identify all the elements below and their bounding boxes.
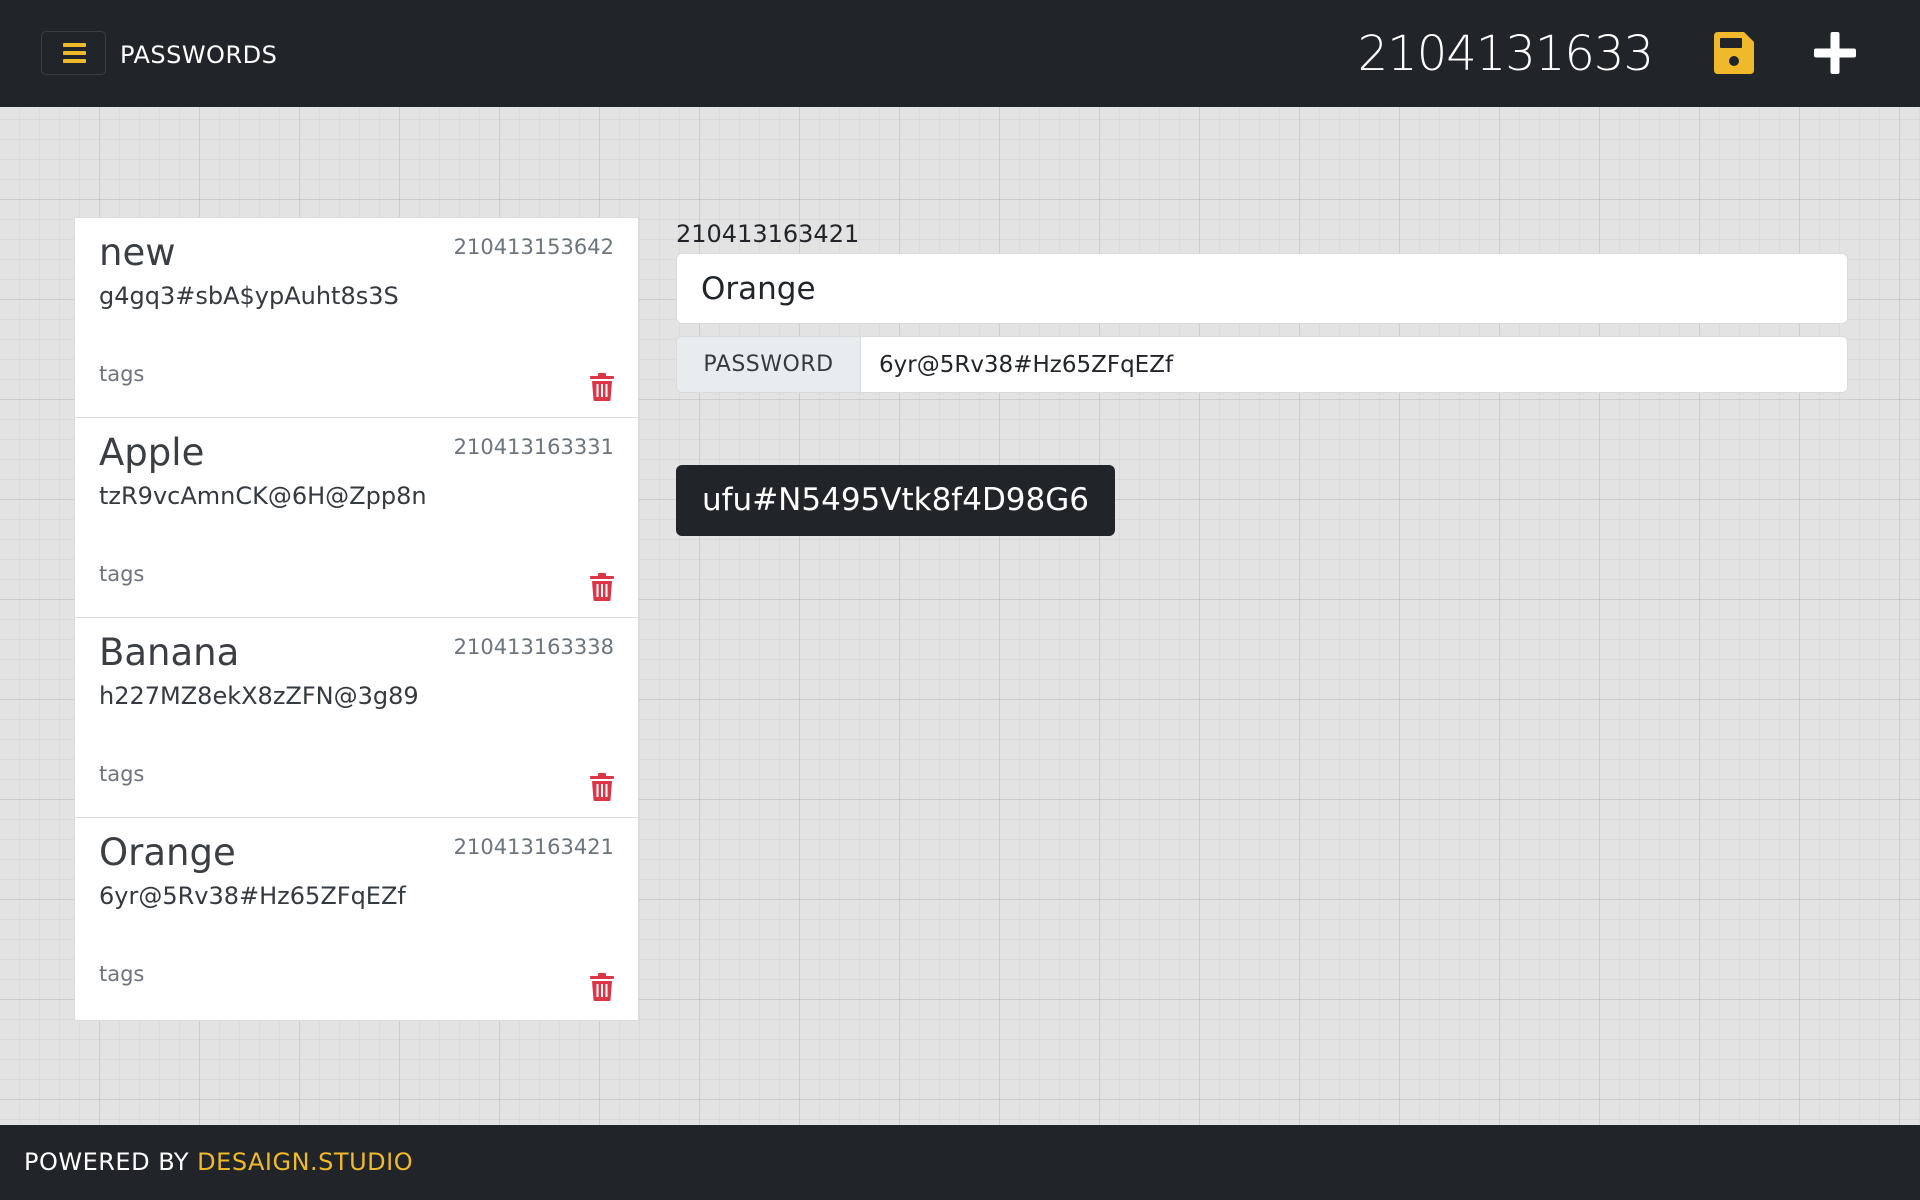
item-tags: tags — [99, 762, 145, 786]
header-id-display: 2104131633 — [1357, 26, 1654, 82]
item-id: 210413163331 — [453, 435, 614, 459]
plus-icon — [1814, 32, 1856, 74]
delete-button[interactable] — [590, 373, 614, 401]
item-tags: tags — [99, 962, 145, 986]
item-name: Banana — [99, 631, 240, 674]
item-tags: tags — [99, 562, 145, 586]
item-tags: tags — [99, 362, 145, 386]
item-password: h227MZ8ekX8zZFN@3g89 — [99, 682, 419, 710]
item-name: Orange — [99, 831, 236, 874]
delete-button[interactable] — [590, 973, 614, 1001]
footer: POWERED BY DESAIGN.STUDIO — [0, 1125, 1920, 1200]
list-item[interactable]: Banana 210413163338 h227MZ8ekX8zZFN@3g89… — [75, 618, 638, 818]
app-title: PASSWORDS — [120, 41, 278, 69]
delete-button[interactable] — [590, 573, 614, 601]
menu-toggle-button[interactable] — [41, 31, 106, 75]
add-button[interactable] — [1812, 30, 1858, 76]
trash-icon — [590, 573, 614, 601]
footer-credit: POWERED BY DESAIGN.STUDIO — [24, 1147, 413, 1177]
item-password: 6yr@5Rv38#Hz65ZFqEZf — [99, 882, 406, 910]
save-button[interactable] — [1710, 30, 1756, 76]
generated-password-button[interactable]: ufu#N5495Vtk8f4D98G6 — [676, 465, 1116, 536]
password-label: PASSWORD — [677, 337, 861, 392]
item-password: g4gq3#sbA$ypAuht8s3S — [99, 282, 399, 310]
item-id: 210413163421 — [453, 835, 614, 859]
password-input[interactable] — [861, 337, 1847, 392]
footer-studio-link[interactable]: DESAIGN.STUDIO — [197, 1148, 413, 1176]
trash-icon — [590, 373, 614, 401]
selected-entry-id: 210413163421 — [676, 220, 860, 248]
list-item[interactable]: Orange 210413163421 6yr@5Rv38#Hz65ZFqEZf… — [75, 818, 638, 1018]
item-name: new — [99, 231, 176, 274]
entry-name-input[interactable] — [676, 253, 1848, 324]
password-input-group: PASSWORD — [676, 336, 1848, 393]
delete-button[interactable] — [590, 773, 614, 801]
trash-icon — [590, 773, 614, 801]
item-name: Apple — [99, 431, 205, 474]
password-list: new 210413153642 g4gq3#sbA$ypAuht8s3S ta… — [74, 217, 639, 1021]
list-item[interactable]: new 210413153642 g4gq3#sbA$ypAuht8s3S ta… — [75, 218, 638, 418]
item-password: tzR9vcAmnCK@6H@Zpp8n — [99, 482, 427, 510]
item-id: 210413163338 — [453, 635, 614, 659]
top-navbar: PASSWORDS 2104131633 — [0, 0, 1920, 107]
footer-prefix: POWERED BY — [24, 1148, 190, 1176]
trash-icon — [590, 973, 614, 1001]
list-item[interactable]: Apple 210413163331 tzR9vcAmnCK@6H@Zpp8n … — [75, 418, 638, 618]
floppy-disk-icon — [1714, 32, 1754, 74]
item-id: 210413153642 — [453, 235, 614, 259]
